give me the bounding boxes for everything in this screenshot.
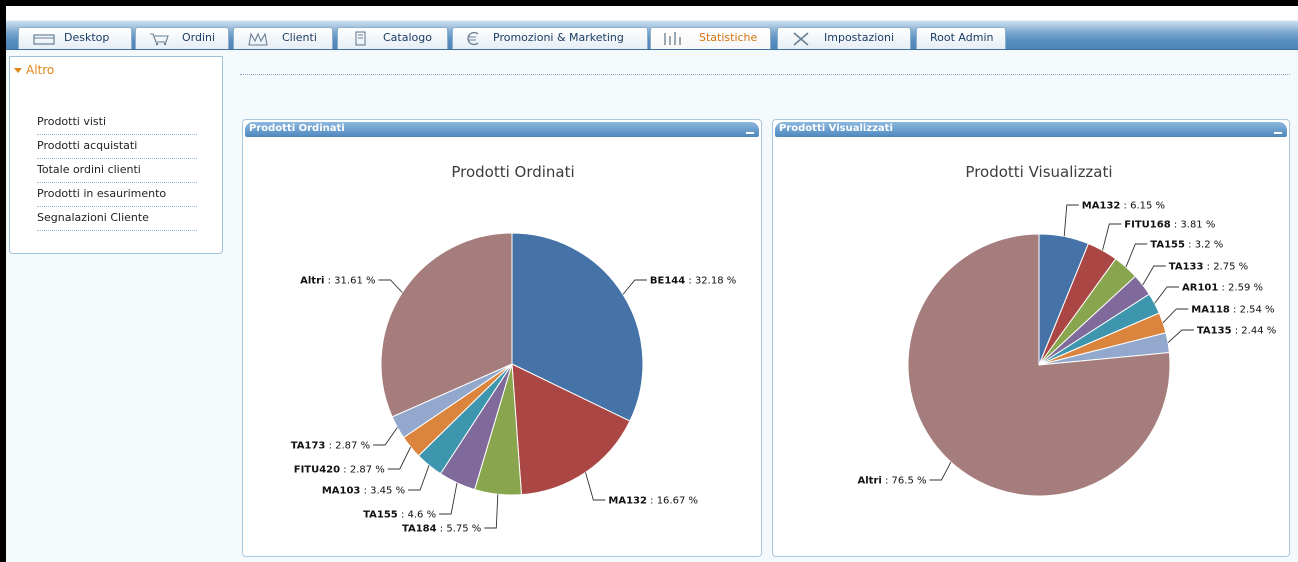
tab-root-admin[interactable]: Root Admin — [916, 27, 1006, 49]
clients-icon — [248, 32, 268, 46]
sidebar-item-prodotti-visti[interactable]: Prodotti visti — [37, 111, 197, 135]
tab-label: Catalogo — [383, 31, 432, 44]
panel-title: Prodotti Visualizzati — [779, 123, 893, 134]
minimize-icon[interactable] — [746, 132, 754, 134]
data-label-ta184: TA184 : 5.75 % — [402, 524, 481, 535]
connector-ma118 — [1162, 308, 1189, 324]
connector-ma103 — [408, 465, 430, 491]
data-label-fitu168: FITU168 : 3.81 % — [1124, 220, 1215, 231]
tab-label: Impostazioni — [824, 31, 895, 44]
connector-ta135 — [1167, 329, 1194, 343]
tab-label: Statistiche — [699, 31, 758, 44]
connector-ta155 — [439, 482, 458, 515]
tab-statistiche[interactable]: Statistiche — [650, 27, 771, 49]
tab-impostazioni[interactable]: Impostazioni — [777, 27, 911, 49]
connector-ma132 — [585, 472, 606, 501]
sidebar-item-prodotti-acquistati[interactable]: Prodotti acquistati — [37, 135, 197, 159]
data-label-altri: Altri : 31.61 % — [300, 276, 375, 287]
tab-clienti[interactable]: Clienti — [233, 27, 333, 49]
euro-icon — [467, 31, 479, 46]
chart-prodotti-ordinati: Prodotti Ordinati BE144 : 32.18 % MA132 : … — [291, 163, 737, 535]
tab-label: Promozioni & Marketing — [493, 31, 624, 44]
data-label-fitu420: FITU420 : 2.87 % — [294, 465, 385, 476]
minimize-icon[interactable] — [1274, 132, 1282, 134]
connector-ar101 — [1154, 286, 1179, 304]
panel-title: Prodotti Ordinati — [249, 123, 345, 134]
data-label-ma132: MA132 : 16.67 % — [608, 496, 698, 507]
connector-altri — [929, 461, 952, 481]
connector-ta155 — [1125, 243, 1148, 268]
panel-prodotti-visualizzati: Prodotti Visualizzati MA132 : 6.15 % FITU1… — [772, 119, 1290, 557]
sidebar-item-segnalazioni-cliente[interactable]: Segnalazioni Cliente — [37, 207, 197, 231]
connector-fitu168 — [1102, 223, 1122, 251]
connector-ta173 — [373, 427, 398, 446]
data-label-ma103: MA103 : 3.45 % — [322, 486, 405, 497]
connector-altri — [378, 279, 403, 293]
connector-be144 — [622, 279, 647, 295]
connector-fitu420 — [387, 446, 412, 470]
connector-ta133 — [1142, 265, 1166, 286]
sidebar-section-title[interactable]: Altro — [26, 63, 54, 77]
panel-prodotti-ordinati: Prodotti Ordinati BE144 : 32.18 % MA132 : … — [242, 119, 762, 557]
stats-icon — [664, 32, 681, 45]
data-label-ta135: TA135 : 2.44 % — [1197, 326, 1276, 337]
desktop-icon — [33, 34, 55, 45]
sidebar-item-prodotti-in-esaurimento[interactable]: Prodotti in esaurimento — [37, 183, 197, 207]
chart-prodotti-visualizzati: Prodotti Visualizzati MA132 : 6.15 % FITU1… — [858, 163, 1276, 497]
tab-label: Root Admin — [930, 31, 994, 44]
tools-icon — [793, 32, 809, 46]
chart-title: Prodotti Ordinati — [451, 163, 574, 181]
tab-label: Clienti — [282, 31, 317, 44]
catalog-icon — [355, 31, 366, 46]
tab-desktop[interactable]: Desktop — [18, 27, 132, 49]
data-label-ta173: TA173 : 2.87 % — [291, 441, 370, 452]
data-label-ma118: MA118 : 2.54 % — [1191, 305, 1274, 316]
connector-ta184 — [484, 494, 499, 529]
data-label-ta133: TA133 : 2.75 % — [1169, 262, 1248, 273]
tab-ordini[interactable]: Ordini — [135, 27, 229, 49]
tab-promozioni-marketing[interactable]: Promozioni & Marketing — [452, 27, 648, 49]
data-label-altri: Altri : 76.5 % — [858, 476, 927, 487]
collapse-caret-icon[interactable] — [14, 68, 22, 73]
sidebar: Altro Prodotti visti Prodotti acquistati… — [9, 56, 223, 254]
chart-title: Prodotti Visualizzati — [965, 163, 1112, 181]
tab-label: Desktop — [64, 31, 110, 44]
panel-header: Prodotti Ordinati — [245, 122, 759, 137]
app-window: Desktop Ordini Clienti Catalogo Promozio… — [6, 6, 1298, 562]
tab-catalogo[interactable]: Catalogo — [337, 27, 448, 49]
data-label-be144: BE144 : 32.18 % — [650, 276, 736, 287]
main-tab-bar: Desktop Ordini Clienti Catalogo Promozio… — [6, 6, 1298, 50]
data-label-ta155: TA155 : 3.2 % — [1150, 240, 1223, 251]
tab-label: Ordini — [182, 31, 216, 44]
data-label-ma132: MA132 : 6.15 % — [1082, 201, 1165, 212]
cart-icon — [150, 33, 169, 46]
sidebar-item-totale-ordini-clienti[interactable]: Totale ordini clienti — [37, 159, 197, 183]
data-label-ar101: AR101 : 2.59 % — [1182, 283, 1263, 294]
data-label-ta155: TA155 : 4.6 % — [363, 510, 436, 521]
content-divider — [240, 74, 1290, 75]
panel-header: Prodotti Visualizzati — [775, 122, 1287, 137]
connector-ma132 — [1063, 204, 1079, 237]
